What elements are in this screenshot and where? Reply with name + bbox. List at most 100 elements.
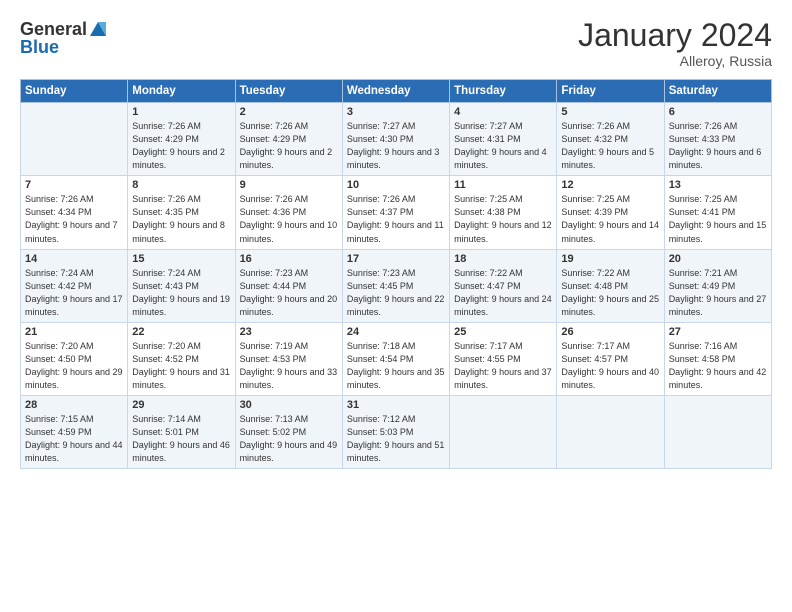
calendar-day-cell: 31 Sunrise: 7:12 AMSunset: 5:03 PMDaylig… [342, 395, 449, 468]
day-number: 31 [347, 399, 445, 411]
calendar-day-cell: 12 Sunrise: 7:25 AMSunset: 4:39 PMDaylig… [557, 176, 664, 249]
logo-icon [88, 18, 108, 38]
calendar-day-cell: 23 Sunrise: 7:19 AMSunset: 4:53 PMDaylig… [235, 322, 342, 395]
day-number: 12 [561, 179, 659, 191]
col-friday: Friday [557, 80, 664, 103]
day-info: Sunrise: 7:23 AMSunset: 4:45 PMDaylight:… [347, 268, 445, 317]
col-tuesday: Tuesday [235, 80, 342, 103]
day-number: 20 [669, 253, 767, 265]
day-info: Sunrise: 7:26 AMSunset: 4:36 PMDaylight:… [240, 194, 338, 243]
calendar-day-cell [557, 395, 664, 468]
calendar-day-cell: 19 Sunrise: 7:22 AMSunset: 4:48 PMDaylig… [557, 249, 664, 322]
col-wednesday: Wednesday [342, 80, 449, 103]
day-number: 22 [132, 326, 230, 338]
day-number: 15 [132, 253, 230, 265]
day-number: 5 [561, 106, 659, 118]
calendar-week-row: 21 Sunrise: 7:20 AMSunset: 4:50 PMDaylig… [21, 322, 772, 395]
day-number: 7 [25, 179, 123, 191]
calendar-day-cell [450, 395, 557, 468]
day-number: 14 [25, 253, 123, 265]
day-number: 25 [454, 326, 552, 338]
calendar-day-cell: 26 Sunrise: 7:17 AMSunset: 4:57 PMDaylig… [557, 322, 664, 395]
day-number: 13 [669, 179, 767, 191]
day-info: Sunrise: 7:26 AMSunset: 4:34 PMDaylight:… [25, 194, 118, 243]
day-info: Sunrise: 7:14 AMSunset: 5:01 PMDaylight:… [132, 414, 230, 463]
calendar-day-cell: 9 Sunrise: 7:26 AMSunset: 4:36 PMDayligh… [235, 176, 342, 249]
day-info: Sunrise: 7:27 AMSunset: 4:30 PMDaylight:… [347, 121, 440, 170]
day-info: Sunrise: 7:20 AMSunset: 4:52 PMDaylight:… [132, 341, 230, 390]
day-info: Sunrise: 7:25 AMSunset: 4:41 PMDaylight:… [669, 194, 767, 243]
day-number: 8 [132, 179, 230, 191]
day-info: Sunrise: 7:21 AMSunset: 4:49 PMDaylight:… [669, 268, 767, 317]
calendar-week-row: 28 Sunrise: 7:15 AMSunset: 4:59 PMDaylig… [21, 395, 772, 468]
day-number: 11 [454, 179, 552, 191]
calendar-day-cell: 30 Sunrise: 7:13 AMSunset: 5:02 PMDaylig… [235, 395, 342, 468]
day-info: Sunrise: 7:25 AMSunset: 4:38 PMDaylight:… [454, 194, 552, 243]
day-info: Sunrise: 7:26 AMSunset: 4:29 PMDaylight:… [132, 121, 225, 170]
day-info: Sunrise: 7:22 AMSunset: 4:47 PMDaylight:… [454, 268, 552, 317]
header: General Blue January 2024 Alleroy, Russi… [20, 18, 772, 69]
calendar-table: Sunday Monday Tuesday Wednesday Thursday… [20, 79, 772, 469]
calendar-day-cell: 20 Sunrise: 7:21 AMSunset: 4:49 PMDaylig… [664, 249, 771, 322]
header-row: Sunday Monday Tuesday Wednesday Thursday… [21, 80, 772, 103]
day-info: Sunrise: 7:24 AMSunset: 4:43 PMDaylight:… [132, 268, 230, 317]
day-info: Sunrise: 7:19 AMSunset: 4:53 PMDaylight:… [240, 341, 338, 390]
day-number: 4 [454, 106, 552, 118]
month-title: January 2024 [578, 18, 772, 53]
calendar-day-cell: 27 Sunrise: 7:16 AMSunset: 4:58 PMDaylig… [664, 322, 771, 395]
col-sunday: Sunday [21, 80, 128, 103]
calendar-day-cell: 21 Sunrise: 7:20 AMSunset: 4:50 PMDaylig… [21, 322, 128, 395]
calendar-day-cell: 6 Sunrise: 7:26 AMSunset: 4:33 PMDayligh… [664, 103, 771, 176]
day-number: 6 [669, 106, 767, 118]
calendar-day-cell: 11 Sunrise: 7:25 AMSunset: 4:38 PMDaylig… [450, 176, 557, 249]
location-title: Alleroy, Russia [578, 53, 772, 69]
day-info: Sunrise: 7:18 AMSunset: 4:54 PMDaylight:… [347, 341, 445, 390]
day-number: 9 [240, 179, 338, 191]
col-monday: Monday [128, 80, 235, 103]
day-number: 16 [240, 253, 338, 265]
day-info: Sunrise: 7:13 AMSunset: 5:02 PMDaylight:… [240, 414, 338, 463]
page: General Blue January 2024 Alleroy, Russi… [0, 0, 792, 479]
day-info: Sunrise: 7:23 AMSunset: 4:44 PMDaylight:… [240, 268, 338, 317]
day-number: 19 [561, 253, 659, 265]
day-info: Sunrise: 7:25 AMSunset: 4:39 PMDaylight:… [561, 194, 659, 243]
day-info: Sunrise: 7:26 AMSunset: 4:32 PMDaylight:… [561, 121, 654, 170]
calendar-day-cell: 15 Sunrise: 7:24 AMSunset: 4:43 PMDaylig… [128, 249, 235, 322]
day-number: 2 [240, 106, 338, 118]
calendar-day-cell: 5 Sunrise: 7:26 AMSunset: 4:32 PMDayligh… [557, 103, 664, 176]
col-thursday: Thursday [450, 80, 557, 103]
calendar-day-cell: 29 Sunrise: 7:14 AMSunset: 5:01 PMDaylig… [128, 395, 235, 468]
calendar-day-cell: 2 Sunrise: 7:26 AMSunset: 4:29 PMDayligh… [235, 103, 342, 176]
day-info: Sunrise: 7:17 AMSunset: 4:55 PMDaylight:… [454, 341, 552, 390]
calendar-day-cell: 7 Sunrise: 7:26 AMSunset: 4:34 PMDayligh… [21, 176, 128, 249]
day-info: Sunrise: 7:26 AMSunset: 4:35 PMDaylight:… [132, 194, 225, 243]
calendar-day-cell: 16 Sunrise: 7:23 AMSunset: 4:44 PMDaylig… [235, 249, 342, 322]
day-number: 23 [240, 326, 338, 338]
day-info: Sunrise: 7:15 AMSunset: 4:59 PMDaylight:… [25, 414, 123, 463]
day-number: 26 [561, 326, 659, 338]
day-info: Sunrise: 7:12 AMSunset: 5:03 PMDaylight:… [347, 414, 445, 463]
calendar-day-cell: 22 Sunrise: 7:20 AMSunset: 4:52 PMDaylig… [128, 322, 235, 395]
calendar-day-cell: 25 Sunrise: 7:17 AMSunset: 4:55 PMDaylig… [450, 322, 557, 395]
day-number: 27 [669, 326, 767, 338]
calendar-week-row: 7 Sunrise: 7:26 AMSunset: 4:34 PMDayligh… [21, 176, 772, 249]
col-saturday: Saturday [664, 80, 771, 103]
day-info: Sunrise: 7:16 AMSunset: 4:58 PMDaylight:… [669, 341, 767, 390]
day-number: 24 [347, 326, 445, 338]
calendar-day-cell: 24 Sunrise: 7:18 AMSunset: 4:54 PMDaylig… [342, 322, 449, 395]
day-number: 29 [132, 399, 230, 411]
day-info: Sunrise: 7:24 AMSunset: 4:42 PMDaylight:… [25, 268, 123, 317]
calendar-day-cell: 14 Sunrise: 7:24 AMSunset: 4:42 PMDaylig… [21, 249, 128, 322]
calendar-day-cell: 1 Sunrise: 7:26 AMSunset: 4:29 PMDayligh… [128, 103, 235, 176]
calendar-day-cell: 17 Sunrise: 7:23 AMSunset: 4:45 PMDaylig… [342, 249, 449, 322]
day-number: 30 [240, 399, 338, 411]
day-info: Sunrise: 7:26 AMSunset: 4:37 PMDaylight:… [347, 194, 444, 243]
day-info: Sunrise: 7:26 AMSunset: 4:33 PMDaylight:… [669, 121, 762, 170]
day-number: 10 [347, 179, 445, 191]
day-number: 17 [347, 253, 445, 265]
day-info: Sunrise: 7:26 AMSunset: 4:29 PMDaylight:… [240, 121, 333, 170]
calendar-day-cell: 28 Sunrise: 7:15 AMSunset: 4:59 PMDaylig… [21, 395, 128, 468]
calendar-day-cell [21, 103, 128, 176]
day-number: 28 [25, 399, 123, 411]
day-info: Sunrise: 7:27 AMSunset: 4:31 PMDaylight:… [454, 121, 547, 170]
